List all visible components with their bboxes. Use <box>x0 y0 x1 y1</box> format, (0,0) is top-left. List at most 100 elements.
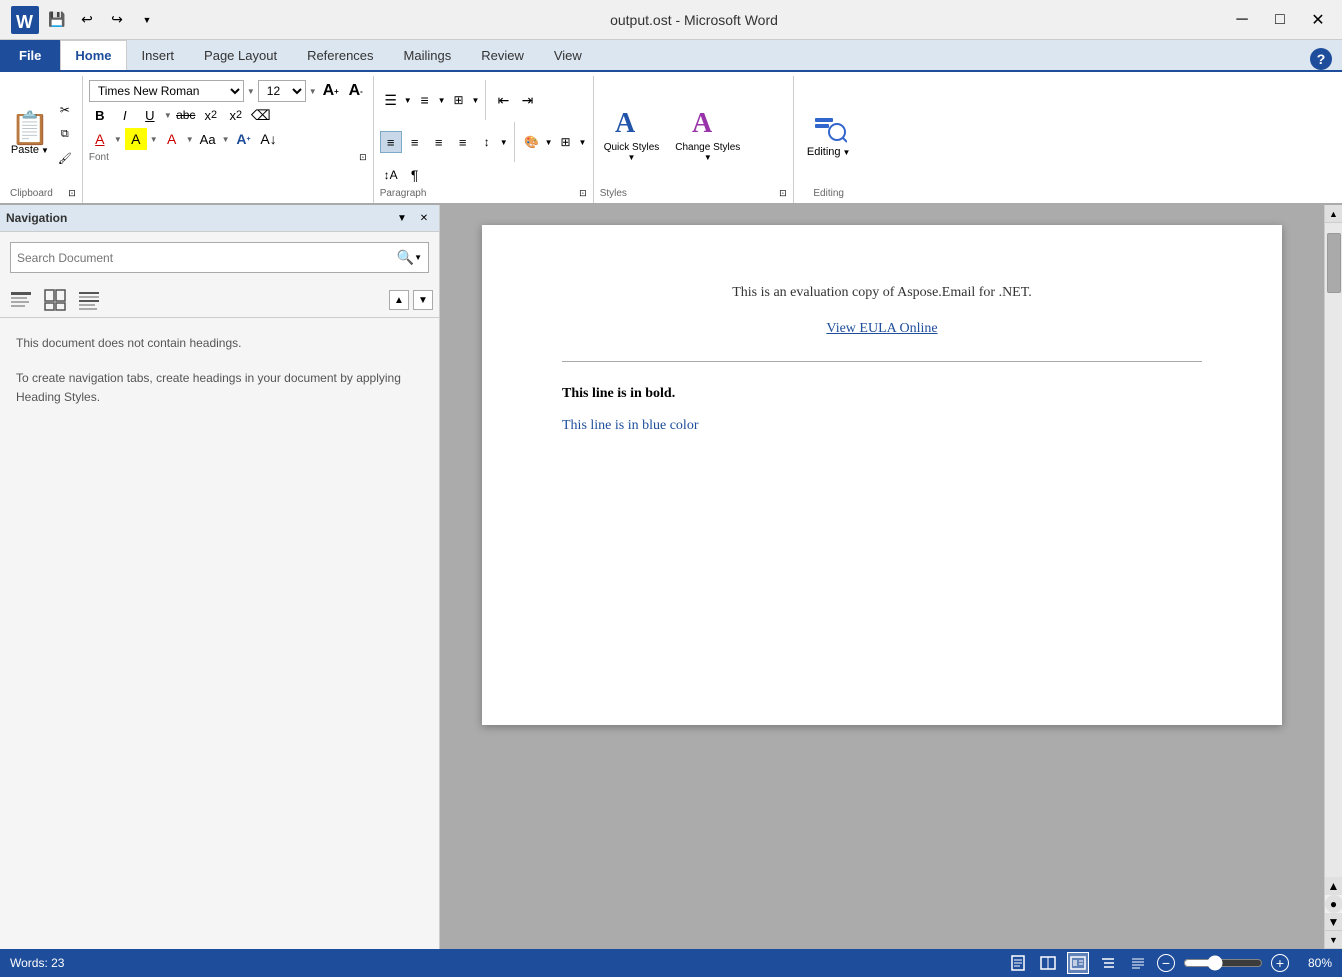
cut-button[interactable]: ✂ <box>54 99 76 121</box>
document-page[interactable]: This is an evaluation copy of Aspose.Ema… <box>482 225 1282 725</box>
navigation-close-button[interactable]: ✕ <box>415 209 433 227</box>
zoom-out-button[interactable]: − <box>1157 954 1175 972</box>
full-screen-view-button[interactable] <box>1037 952 1059 974</box>
web-layout-view-button[interactable] <box>1067 952 1089 974</box>
text-color-button2[interactable]: A <box>161 128 183 150</box>
scroll-thumb[interactable] <box>1327 233 1341 293</box>
minimize-button[interactable]: ─ <box>1228 6 1256 34</box>
borders-dd-arrow[interactable]: ▼ <box>579 138 587 147</box>
redo-button[interactable]: ↪ <box>104 7 130 33</box>
nav-pages-view-button[interactable] <box>40 287 70 313</box>
save-quick-button[interactable]: 💾 <box>44 7 70 33</box>
highlight-dd-arrow[interactable]: ▼ <box>150 135 158 144</box>
scroll-down-button[interactable]: ▼ <box>1325 931 1342 949</box>
quick-styles-button[interactable]: A Quick Styles ▼ <box>600 104 664 164</box>
scroll-circle-button[interactable]: ● <box>1325 895 1342 913</box>
help-button[interactable]: ? <box>1310 48 1332 70</box>
search-input[interactable] <box>17 251 397 265</box>
tab-insert[interactable]: Insert <box>127 40 190 70</box>
shrink-font-button[interactable]: A- <box>345 80 367 102</box>
multilevel-list-button[interactable]: ⊞ <box>448 89 470 111</box>
quick-styles-dd-arrow[interactable]: ▼ <box>628 153 636 162</box>
text-color-dd-arrow[interactable]: ▼ <box>186 135 194 144</box>
change-styles-button[interactable]: A Change Styles ▼ <box>671 104 744 164</box>
zoom-slider[interactable] <box>1183 956 1263 970</box>
copy-button[interactable]: ⧉ <box>54 123 76 145</box>
scroll-prev-page-button[interactable]: ▲ <box>1325 877 1342 895</box>
strikethrough-button[interactable]: abc <box>175 104 197 126</box>
nav-next-button[interactable]: ▼ <box>413 290 433 310</box>
font-color-dd-arrow[interactable]: ▼ <box>114 135 122 144</box>
bullets-dd-arrow[interactable]: ▼ <box>404 96 412 105</box>
multilevel-dd-arrow[interactable]: ▼ <box>472 96 480 105</box>
navigation-dropdown-button[interactable]: ▼ <box>393 209 411 227</box>
customize-quick-access-button[interactable]: ▼ <box>134 7 160 33</box>
outline-view-button[interactable] <box>1097 952 1119 974</box>
close-button[interactable]: ✕ <box>1304 6 1332 34</box>
grow-font-button[interactable]: A+ <box>320 80 342 102</box>
nav-prev-button[interactable]: ▲ <box>389 290 409 310</box>
tab-view[interactable]: View <box>539 40 597 70</box>
superscript-button[interactable]: x2 <box>225 104 247 126</box>
tab-references[interactable]: References <box>292 40 388 70</box>
search-dropdown-button[interactable]: ▼ <box>414 253 422 262</box>
draft-view-button[interactable] <box>1127 952 1149 974</box>
paste-dropdown-arrow[interactable]: ▼ <box>41 146 49 155</box>
shading-button[interactable]: 🎨 <box>521 131 543 153</box>
tab-review[interactable]: Review <box>466 40 539 70</box>
nav-results-view-button[interactable] <box>74 287 104 313</box>
font-size-select[interactable]: 8 10 12 14 16 18 24 36 72 <box>258 80 306 102</box>
italic-button[interactable]: I <box>114 104 136 126</box>
sort-button[interactable]: ↕A <box>380 164 402 186</box>
nav-headings-view-button[interactable] <box>6 287 36 313</box>
para-expand-icon[interactable]: ⊡ <box>579 188 587 199</box>
numbering-dd-arrow[interactable]: ▼ <box>438 96 446 105</box>
line-spacing-button[interactable]: ↕ <box>476 131 498 153</box>
clear-format-button[interactable]: ⌫ <box>250 104 272 126</box>
change-styles-dd-arrow[interactable]: ▼ <box>704 153 712 162</box>
decrease-indent-font-button[interactable]: A↓ <box>258 128 280 150</box>
numbering-button[interactable]: ≡ <box>414 89 436 111</box>
align-left-button[interactable]: ≡ <box>380 131 402 153</box>
styles-expand-icon[interactable]: ⊡ <box>779 188 787 199</box>
underline-button[interactable]: U <box>139 104 161 126</box>
change-case-button[interactable]: Aa <box>197 128 219 150</box>
font-family-select[interactable]: Times New Roman Arial Calibri <box>89 80 244 102</box>
editing-button[interactable]: Editing ▼ <box>801 108 857 160</box>
maximize-button[interactable]: □ <box>1266 6 1294 34</box>
change-case-dd-arrow[interactable]: ▼ <box>222 135 230 144</box>
shading-dd-arrow[interactable]: ▼ <box>545 138 553 147</box>
underline-dd-arrow[interactable]: ▼ <box>164 111 172 120</box>
print-layout-view-button[interactable] <box>1007 952 1029 974</box>
tab-file[interactable]: File <box>0 40 60 70</box>
bold-button[interactable]: B <box>89 104 111 126</box>
tab-mailings[interactable]: Mailings <box>389 40 467 70</box>
scroll-up-button[interactable]: ▲ <box>1325 205 1342 223</box>
tab-home[interactable]: Home <box>60 40 126 70</box>
format-painter-button[interactable]: 🖌 <box>54 147 76 169</box>
paste-button[interactable]: 📋 Paste ▼ <box>10 112 50 156</box>
eula-link[interactable]: View EULA Online <box>826 321 937 336</box>
show-hide-button[interactable]: ¶ <box>404 164 426 186</box>
undo-button[interactable]: ↩ <box>74 7 100 33</box>
align-right-button[interactable]: ≡ <box>428 131 450 153</box>
line-spacing-dd-arrow[interactable]: ▼ <box>500 138 508 147</box>
justify-button[interactable]: ≡ <box>452 131 474 153</box>
font-color-button[interactable]: A <box>89 128 111 150</box>
subscript-button[interactable]: x2 <box>200 104 222 126</box>
scroll-next-page-button[interactable]: ▼ <box>1325 913 1342 931</box>
tab-page-layout[interactable]: Page Layout <box>189 40 292 70</box>
text-effects-button[interactable]: A+ <box>233 128 255 150</box>
search-button[interactable]: 🔍 <box>397 249 414 266</box>
editing-dd-arrow[interactable]: ▼ <box>843 148 851 157</box>
font-expand-icon[interactable]: ⊡ <box>359 152 367 163</box>
increase-indent-button[interactable]: ⇥ <box>516 89 538 111</box>
borders-button[interactable]: ⊞ <box>555 131 577 153</box>
highlight-color-button[interactable]: A <box>125 128 147 150</box>
align-center-button[interactable]: ≡ <box>404 131 426 153</box>
bullets-button[interactable]: ☰ <box>380 89 402 111</box>
zoom-in-button[interactable]: + <box>1271 954 1289 972</box>
clipboard-expand-icon[interactable]: ⊡ <box>68 188 76 199</box>
decrease-indent-button[interactable]: ⇤ <box>492 89 514 111</box>
scroll-track[interactable] <box>1325 223 1342 877</box>
